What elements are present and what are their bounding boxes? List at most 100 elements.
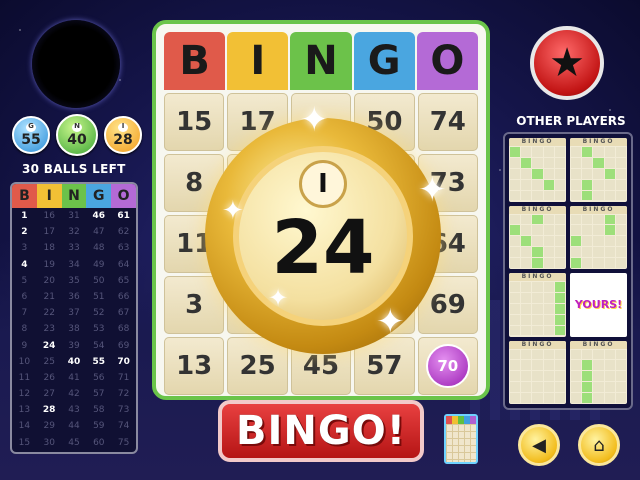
other-player-cell [543, 292, 554, 303]
sound-button[interactable]: ◀ [518, 424, 560, 466]
home-button[interactable]: ⌂ [578, 424, 620, 466]
other-player-cell [554, 314, 565, 325]
other-player-cell [532, 157, 543, 168]
other-player-cell [510, 371, 521, 382]
other-player-card-grid [509, 281, 566, 337]
other-player-cell [510, 190, 521, 201]
card-header-letter: B [164, 32, 226, 90]
board-number: 36 [68, 291, 80, 302]
other-player-cell [593, 258, 604, 268]
other-player-cell [615, 371, 626, 382]
board-number: 10 [18, 356, 31, 367]
other-player-cell [582, 393, 593, 403]
other-player-cell [593, 190, 604, 201]
board-number: 75 [117, 437, 130, 448]
other-player-card: BINGO [570, 138, 627, 202]
yours-badge: YOURS! [570, 273, 627, 337]
other-player-cell [582, 157, 593, 168]
other-player-card-header: BINGO [570, 340, 627, 349]
other-player-cell [532, 314, 543, 325]
other-player-cell [554, 225, 565, 236]
other-player-cell [554, 349, 565, 360]
other-players-title: OTHER PLAYERS [516, 114, 626, 128]
other-player-card: BINGO [570, 205, 627, 270]
other-player-cell [521, 236, 532, 247]
other-player-cell [582, 247, 593, 258]
card-thumbnail-grid [446, 424, 476, 462]
other-player-cell [543, 349, 554, 360]
called-ball-i28: I 28 [104, 116, 142, 154]
board-number: 56 [93, 372, 105, 383]
other-player-cell [604, 225, 615, 236]
other-player-cell [543, 236, 554, 247]
other-player-card-header: BINGO [509, 340, 566, 349]
board-header-letter: I [36, 184, 62, 208]
called-ball-letter: I [118, 122, 128, 132]
other-player-cell [582, 168, 593, 179]
board-number: 16 [43, 211, 55, 221]
star-powerup-button[interactable]: ★ [530, 26, 604, 100]
other-player-cell [593, 349, 604, 360]
other-player-cell [543, 325, 554, 336]
other-player-cell [521, 360, 532, 371]
other-player-cell [510, 247, 521, 258]
other-player-cell [543, 382, 554, 393]
bingo-button[interactable]: BINGO! [218, 400, 424, 462]
other-player-cell [532, 247, 543, 258]
other-player-cell [582, 349, 593, 360]
board-number: 74 [117, 421, 130, 432]
other-player-cell [543, 147, 554, 157]
board-number: 51 [93, 291, 105, 302]
board-number: 25 [43, 356, 55, 367]
card-cell[interactable]: 15 [164, 93, 225, 151]
other-player-cell [582, 225, 593, 236]
board-number: 17 [43, 227, 55, 238]
board-header: BINGO [12, 184, 136, 208]
other-player-card-grid [570, 146, 627, 202]
other-player-cell [593, 157, 604, 168]
board-number: 53 [93, 324, 105, 335]
other-player-cell [582, 382, 593, 393]
card-cell[interactable]: 70 [417, 337, 478, 395]
other-player-cell [521, 147, 532, 157]
other-player-cell [582, 214, 593, 225]
other-player-cell [615, 393, 626, 403]
board-number: 43 [68, 405, 80, 416]
called-ball-number: 40 [67, 131, 87, 148]
other-player-cell [521, 179, 532, 190]
other-player-cell [554, 247, 565, 258]
other-player-cell [521, 225, 532, 236]
other-player-cell [532, 147, 543, 157]
other-player-cell [543, 360, 554, 371]
card-cell[interactable]: 13 [164, 337, 225, 395]
other-player-cell [554, 371, 565, 382]
board-number: 5 [21, 275, 28, 286]
other-player-cell [582, 179, 593, 190]
other-player-cell [604, 349, 615, 360]
card-thumbnail[interactable] [444, 414, 478, 464]
board-number: 44 [68, 421, 80, 432]
other-player-cell [521, 382, 532, 393]
card-cell[interactable]: 74 [417, 93, 478, 151]
other-player-cell [615, 214, 626, 225]
other-player-cell [532, 360, 543, 371]
board-number: 15 [18, 437, 31, 448]
other-player-cell [571, 225, 582, 236]
other-player-cell [510, 168, 521, 179]
other-player-cell [571, 179, 582, 190]
board-number: 19 [43, 259, 55, 270]
other-player-cell [543, 258, 554, 268]
other-player-cell [510, 214, 521, 225]
other-player-cell [604, 236, 615, 247]
card-header-letter: I [227, 32, 289, 90]
other-player-cell [554, 214, 565, 225]
other-player-cell [571, 258, 582, 268]
other-player-card-grid [570, 214, 627, 270]
star-icon: ★ [549, 40, 585, 86]
other-player-cell [554, 360, 565, 371]
other-player-cell [615, 382, 626, 393]
board-number: 62 [117, 227, 130, 238]
board-number: 28 [42, 405, 56, 416]
other-player-cell [510, 360, 521, 371]
board-number: 50 [93, 275, 105, 286]
